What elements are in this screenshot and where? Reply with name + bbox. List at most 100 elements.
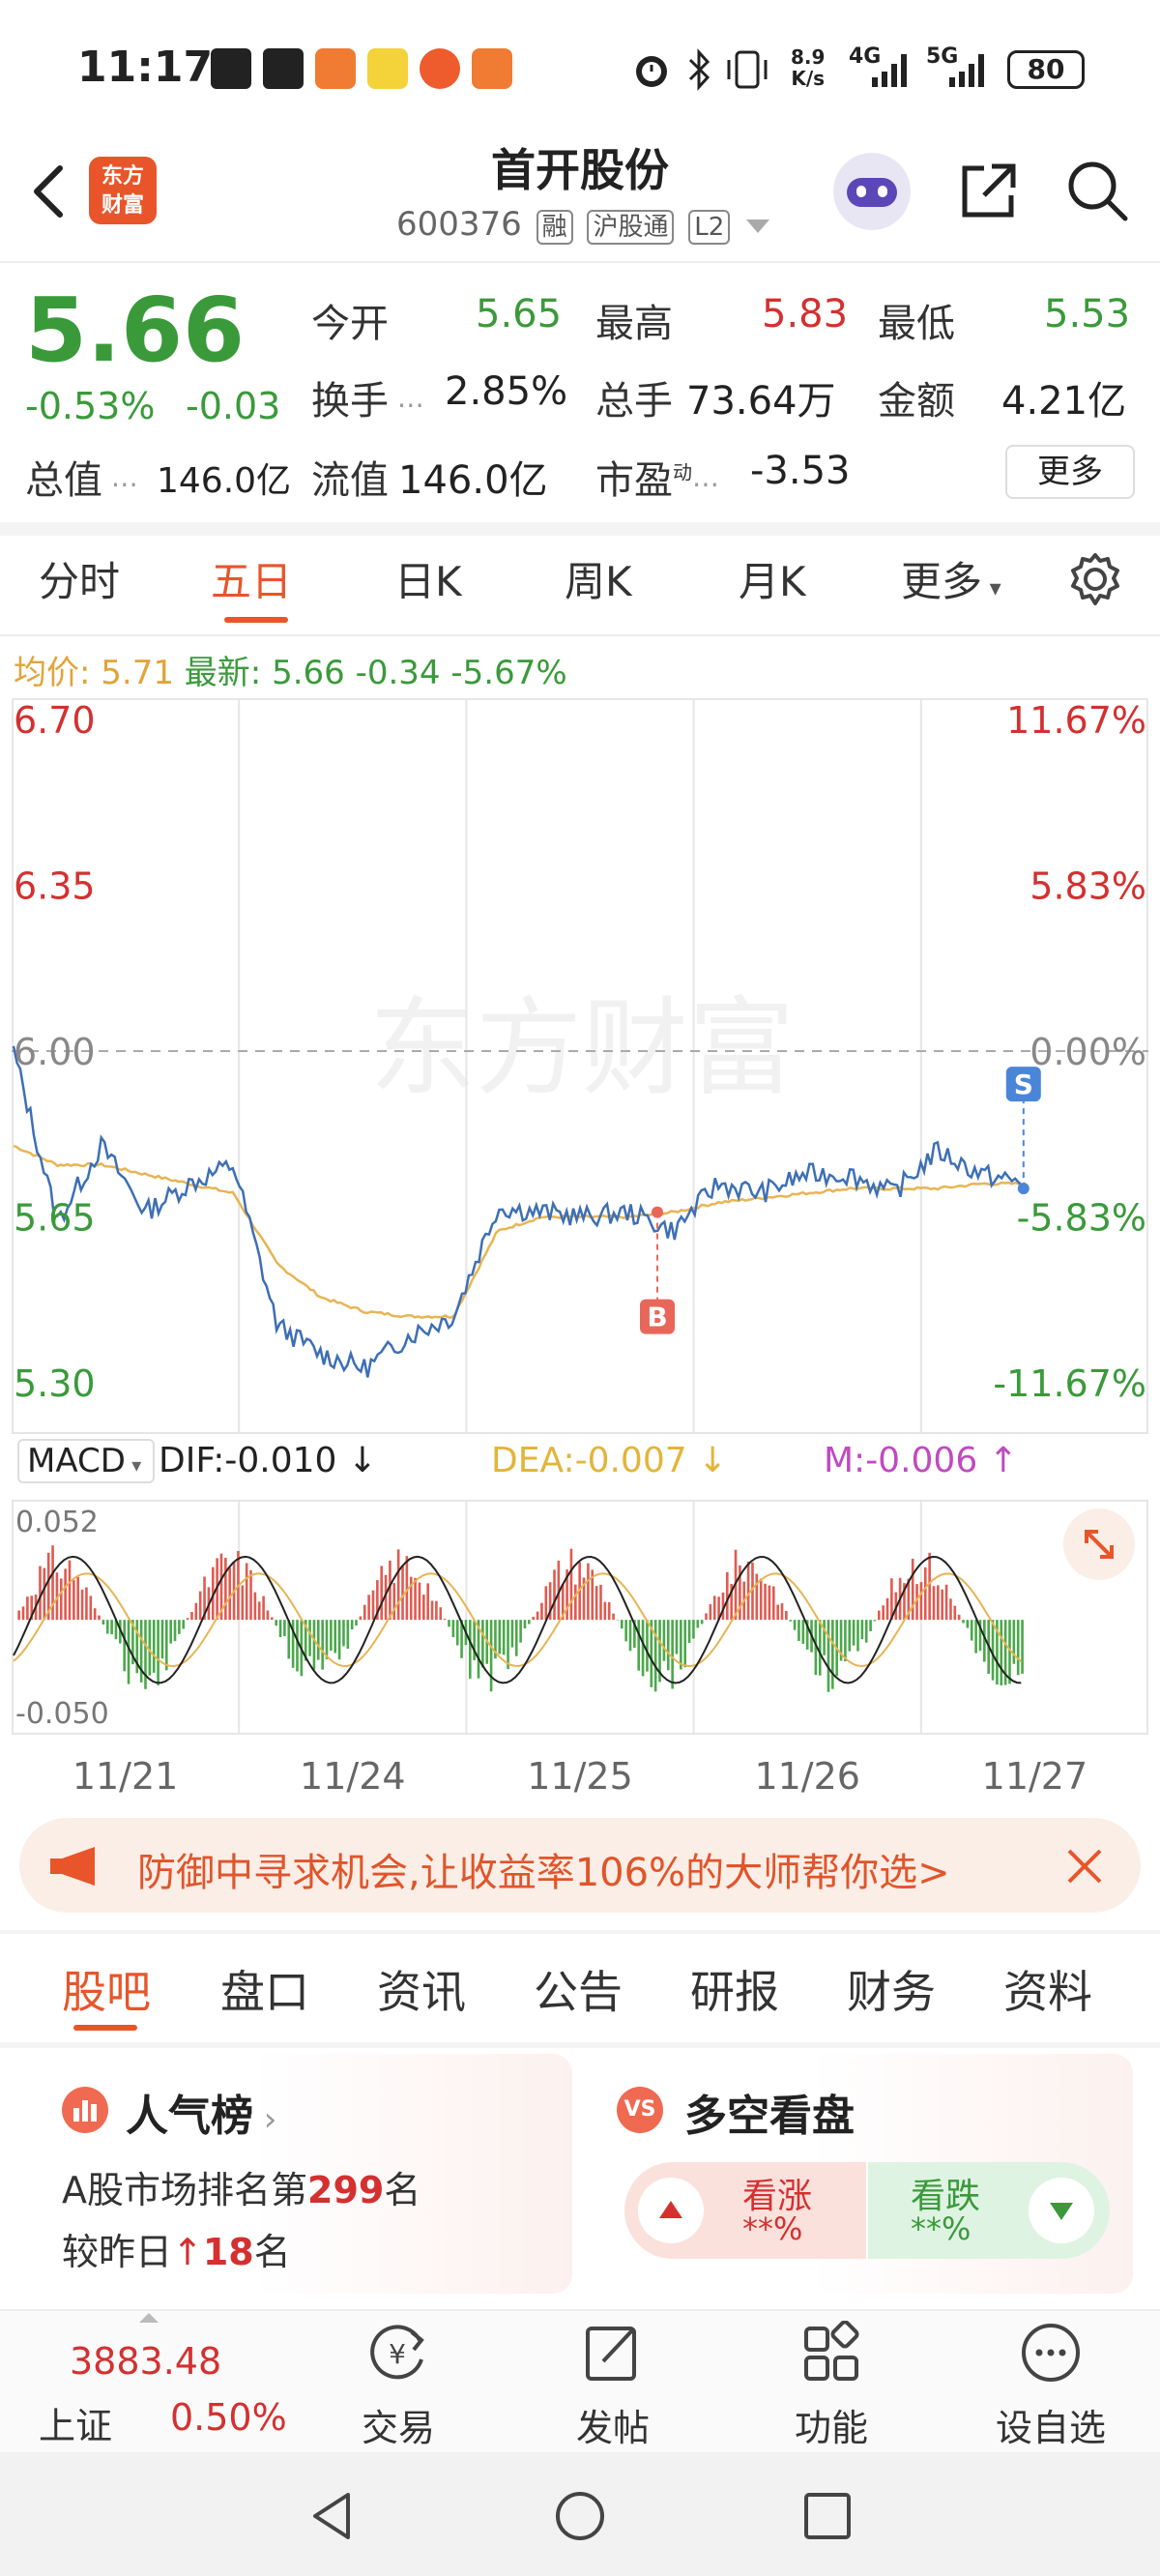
macd-bar xyxy=(878,1610,881,1621)
functions-grid-icon[interactable] xyxy=(800,2321,862,2385)
tab-intraday[interactable]: 分时 xyxy=(39,549,120,608)
trade-icon[interactable]: ¥ xyxy=(363,2321,431,2385)
search-icon[interactable] xyxy=(1063,157,1131,224)
nav-functions-label[interactable]: 功能 xyxy=(791,2398,872,2451)
y-left-tick: 6.70 xyxy=(14,699,96,742)
status-bar: 11:17 8.9 K/s 4G 5G 80 xyxy=(0,0,1160,135)
more-circle-icon[interactable] xyxy=(1019,2321,1083,2385)
tab-financials[interactable]: 财务 xyxy=(847,1957,936,2021)
expand-up-icon[interactable] xyxy=(139,2313,159,2323)
macd-bar xyxy=(330,1620,333,1652)
tab-five-day[interactable]: 五日 xyxy=(211,549,292,608)
macd-bar xyxy=(1021,1620,1024,1674)
ai-assistant-avatar[interactable] xyxy=(833,153,911,230)
system-home-icon[interactable] xyxy=(553,2489,607,2543)
macd-bar xyxy=(966,1620,970,1628)
tab-announcements[interactable]: 公告 xyxy=(534,1957,623,2021)
macd-bar xyxy=(296,1620,299,1672)
macd-bar xyxy=(392,1583,396,1621)
macd-bar xyxy=(257,1601,261,1621)
system-recents-icon[interactable] xyxy=(800,2489,855,2543)
macd-bar xyxy=(224,1558,227,1621)
macd-bar xyxy=(712,1595,716,1621)
app-root: 11:17 8.9 K/s 4G 5G 80 东方 财富 首开股份 600376 融… xyxy=(0,0,1160,2576)
tab-news[interactable]: 资讯 xyxy=(377,1957,466,2021)
bluetooth-icon xyxy=(688,48,710,91)
promo-text[interactable]: 防御中寻求机会,让收益率106%的大师帮你选> xyxy=(137,1841,950,1897)
macd-bar xyxy=(253,1592,257,1621)
close-icon[interactable] xyxy=(1063,1845,1106,1888)
bull-button[interactable]: 看涨 **% xyxy=(624,2162,866,2259)
index-percent[interactable]: 0.50% xyxy=(170,2396,287,2439)
nav-post-label[interactable]: 发帖 xyxy=(572,2398,653,2451)
tab-research[interactable]: 研报 xyxy=(690,1957,779,2021)
macd-bar xyxy=(17,1610,20,1621)
macd-bar xyxy=(974,1620,977,1654)
macd-bar xyxy=(856,1620,859,1652)
sentiment-card[interactable]: VS 多空看盘 看涨 **% 看跌 **% xyxy=(595,2054,1133,2294)
macd-bar xyxy=(662,1620,666,1661)
edit-post-icon[interactable] xyxy=(582,2321,644,2385)
macd-bar xyxy=(1000,1620,1003,1686)
x-tick-label: 11/27 xyxy=(982,1755,1088,1798)
connect-tag: 沪股通 xyxy=(587,210,675,245)
tab-orderbook[interactable]: 盘口 xyxy=(220,1957,309,2021)
macd-bar xyxy=(308,1620,311,1656)
bear-button[interactable]: 看跌 **% xyxy=(868,2162,1110,2259)
tab-monthly-k[interactable]: 月K xyxy=(739,549,806,608)
tab-more-periods[interactable]: 更多 ▾ xyxy=(901,549,1001,608)
nav-watchlist-label[interactable]: 设自选 xyxy=(990,2398,1112,2451)
macd-bar xyxy=(502,1620,506,1655)
macd-bar xyxy=(692,1620,695,1639)
expand-chart-button[interactable] xyxy=(1063,1508,1135,1580)
macd-bar xyxy=(380,1566,384,1621)
macd-bar xyxy=(287,1620,291,1659)
macd-bar xyxy=(599,1584,602,1621)
tab-weekly-k[interactable]: 周K xyxy=(565,549,632,608)
app-notify-icon xyxy=(472,48,512,89)
macd-bar xyxy=(785,1610,788,1621)
system-back-icon[interactable] xyxy=(305,2489,360,2543)
index-name[interactable]: 上证 xyxy=(39,2396,112,2449)
indicator-selector[interactable]: MACD ▾ xyxy=(17,1439,155,1483)
level2-tag: L2 xyxy=(688,210,731,245)
macd-bar xyxy=(367,1595,370,1621)
macd-bar xyxy=(148,1620,152,1676)
macd-bar xyxy=(826,1620,830,1692)
rank-change-text: 较昨日↑18名 xyxy=(62,2231,291,2273)
x-tick-label: 11/21 xyxy=(72,1755,179,1798)
macd-bar xyxy=(105,1620,109,1634)
dropdown-arrow-icon[interactable] xyxy=(746,219,770,233)
tab-guba[interactable]: 股吧 xyxy=(62,1957,151,2021)
macd-bar xyxy=(798,1620,800,1641)
macd-bar xyxy=(72,1580,75,1621)
macd-bar xyxy=(823,1620,826,1655)
macd-bar xyxy=(607,1601,611,1621)
macd-bar xyxy=(510,1620,514,1648)
macd-bar xyxy=(780,1603,784,1621)
macd-bar xyxy=(514,1620,518,1656)
more-quote-button[interactable]: 更多 xyxy=(1005,445,1135,499)
tab-daily-k[interactable]: 日K xyxy=(394,549,462,608)
popularity-card[interactable]: 人气榜 › A股市场排名第299名 较昨日↑18名 xyxy=(39,2054,572,2294)
nav-trade-label[interactable]: 交易 xyxy=(358,2398,439,2451)
dea-label: DEA:-0.007 ↓ xyxy=(491,1441,728,1480)
open-value: 5.65 xyxy=(476,292,563,337)
macd-bar xyxy=(574,1584,577,1621)
down-triangle-icon xyxy=(1029,2178,1094,2243)
settings-gear-icon[interactable] xyxy=(1067,551,1123,607)
macd-bar xyxy=(923,1566,927,1621)
five-day-chart[interactable]: 东方财富 B S 6.70 6.35 6.00 5.65 5.30 11.67% 5.83% 0… xyxy=(12,698,1148,1805)
macd-bar xyxy=(911,1558,914,1621)
tab-profile[interactable]: 资料 xyxy=(1003,1957,1092,2021)
macd-bar xyxy=(98,1615,101,1621)
macd-bar xyxy=(641,1620,645,1677)
megaphone-icon xyxy=(50,1847,95,1886)
index-value[interactable]: 3883.48 xyxy=(70,2340,221,2383)
chart-bar-icon xyxy=(62,2087,108,2133)
vibrate-icon xyxy=(727,50,768,89)
macd-bar xyxy=(962,1620,965,1624)
share-icon[interactable] xyxy=(955,157,1023,224)
sentiment-title: 多空看盘 xyxy=(684,2092,855,2141)
app-notify-icon xyxy=(315,48,356,89)
